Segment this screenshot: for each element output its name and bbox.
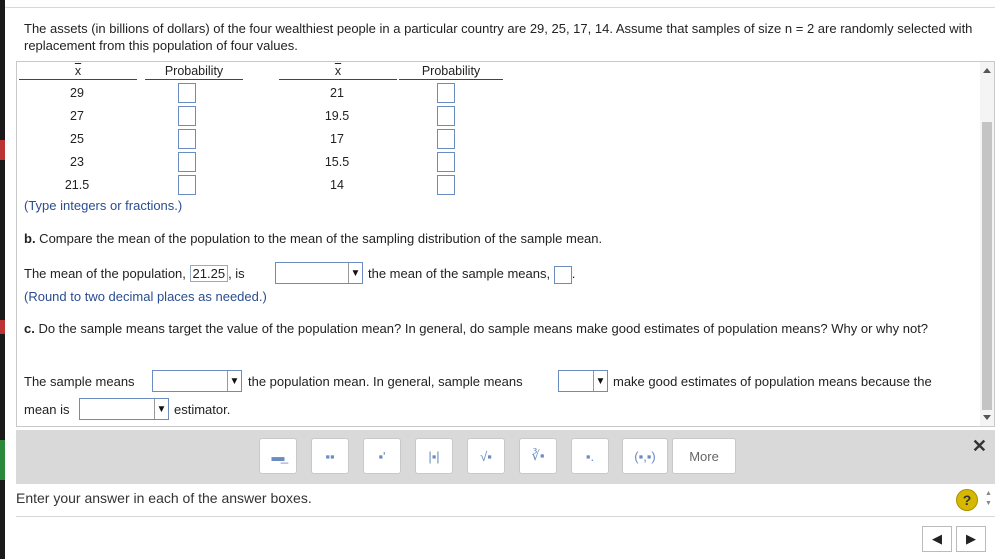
left-x-1: 29 (70, 86, 84, 100)
prob-input-right-2[interactable] (437, 106, 455, 126)
part-c-s4: mean is (24, 402, 70, 417)
prob-input-right-1[interactable] (437, 83, 455, 103)
panel-scrollbar[interactable] (980, 62, 994, 426)
chevron-down-icon: ▼ (348, 263, 362, 283)
left-x-3: 25 (70, 132, 84, 146)
scroll-up-icon[interactable] (983, 68, 991, 73)
more-button[interactable]: More (672, 438, 736, 474)
edge-mark (0, 440, 5, 480)
sample-means-mean-input[interactable] (553, 265, 572, 284)
next-button[interactable]: ▶ (956, 526, 986, 552)
part-c-s1: The sample means (24, 374, 135, 389)
prob-input-right-5[interactable] (437, 175, 455, 195)
part-b-prefix: The mean of the population, 21.25, is (24, 265, 245, 282)
right-x-1: 21 (330, 86, 344, 100)
right-x-3: 17 (330, 132, 344, 146)
right-x-4: 15.5 (324, 155, 350, 169)
prob-header-right: Probability (399, 64, 503, 80)
square-root-button[interactable]: √▪ (467, 438, 505, 474)
left-x-4: 23 (70, 155, 84, 169)
answer-panel: x Probability x Probability 29 27 25 23 … (16, 61, 995, 427)
scroll-thumb[interactable] (982, 122, 992, 410)
absolute-value-button[interactable]: |▪| (415, 438, 453, 474)
prob-input-left-5[interactable] (178, 175, 196, 195)
close-icon[interactable]: ✕ (972, 436, 987, 457)
part-c-question: c. Do the sample means target the value … (24, 321, 929, 336)
type-note: (Type integers or fractions.) (24, 198, 183, 213)
pop-mean-value[interactable]: 21.25 (189, 265, 229, 282)
footer-instructions: Enter your answer in each of the answer … (16, 490, 312, 506)
target-dropdown[interactable]: ▼ (152, 370, 242, 392)
prob-input-right-3[interactable] (437, 129, 455, 149)
prob-input-right-4[interactable] (437, 152, 455, 172)
left-edge-strip (0, 0, 5, 559)
question-text: The assets (in billions of dollars) of t… (24, 21, 973, 53)
prob-input-left-3[interactable] (178, 129, 196, 149)
mixed-number-button[interactable]: ▪▪ (311, 438, 349, 474)
left-x-5: 21.5 (64, 178, 90, 192)
part-c-s3: make good estimates of population means … (613, 374, 932, 389)
decimal-button[interactable]: ▪. (571, 438, 609, 474)
chevron-down-icon: ▼ (593, 371, 607, 391)
part-c-label: c. (24, 321, 35, 336)
prob-input-left-2[interactable] (178, 106, 196, 126)
edge-mark (0, 320, 5, 334)
round-note: (Round to two decimal places as needed.) (24, 289, 267, 304)
part-b-label: b. (24, 231, 36, 246)
left-x-2: 27 (70, 109, 84, 123)
chevron-down-icon: ▼ (227, 371, 241, 391)
estimate-dropdown[interactable]: ▼ (558, 370, 608, 392)
bottom-divider (16, 516, 995, 517)
scroll-down-icon[interactable] (983, 415, 991, 420)
part-b-question: b. Compare the mean of the population to… (24, 231, 603, 246)
math-toolbar: ▬̲ ▪▪ ▪' |▪| √▪ ∛▪ ▪. (▪,▪) More ✕ (16, 430, 995, 484)
ordered-pair-button[interactable]: (▪,▪) (622, 438, 668, 474)
exponent-button[interactable]: ▪' (363, 438, 401, 474)
part-c-s2: the population mean. In general, sample … (248, 374, 523, 389)
prob-input-left-1[interactable] (178, 83, 196, 103)
estimator-dropdown[interactable]: ▼ (79, 398, 169, 420)
prob-input-left-4[interactable] (178, 152, 196, 172)
xbar-header-left: x (19, 64, 137, 80)
compare-dropdown[interactable]: ▼ (275, 262, 363, 284)
top-divider (5, 7, 995, 8)
right-x-5: 14 (330, 178, 344, 192)
spin-arrows-icon[interactable]: ▲ ▼ (985, 489, 993, 509)
fraction-button[interactable]: ▬̲ (259, 438, 297, 474)
prev-button[interactable]: ◀ (922, 526, 952, 552)
help-icon[interactable]: ? (956, 489, 978, 511)
right-x-2: 19.5 (324, 109, 350, 123)
prob-header-left: Probability (145, 64, 243, 80)
nth-root-button[interactable]: ∛▪ (519, 438, 557, 474)
chevron-down-icon: ▼ (154, 399, 168, 419)
xbar-header-right: x (279, 64, 397, 80)
edge-mark (0, 140, 5, 160)
part-b-suffix: the mean of the sample means, . (368, 265, 575, 284)
part-c-s5: estimator. (174, 402, 231, 417)
